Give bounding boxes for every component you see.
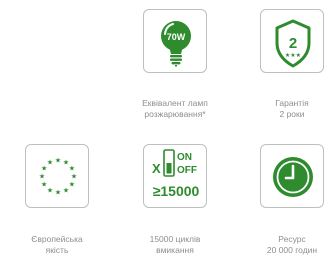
switch-off-label: OFF: [177, 165, 197, 176]
caption-line: 20 000 годин: [266, 245, 318, 255]
switch-cycles-icon: ON OFF X ≥15000: [152, 149, 200, 199]
caption-line: якість: [45, 245, 69, 255]
feature-tile-eu-quality: ★ ★ ★ ★ ★ ★ ★ ★ ★ ★ ★ ★: [25, 144, 89, 208]
svg-text:★: ★: [69, 165, 75, 173]
caption-line: розжарювання*: [144, 109, 206, 119]
clock-icon: [273, 157, 313, 197]
caption-switch-cycles: 15000 циклів вмикання: [130, 234, 220, 256]
caption-line: Еквівалент ламп: [142, 98, 208, 108]
svg-text:★: ★: [63, 186, 69, 194]
switch-on-label: ON: [177, 152, 192, 163]
svg-text:★: ★: [47, 159, 53, 167]
caption-line: 15000 циклів: [149, 234, 201, 244]
svg-text:★: ★: [55, 157, 61, 165]
caption-line: Ресурс: [278, 234, 306, 244]
caption-line: 2 роки: [279, 109, 305, 119]
svg-text:★: ★: [71, 173, 77, 181]
warranty-shield-icon: 2 ★★★: [275, 19, 311, 68]
caption-eu-quality: Європейська якість: [12, 234, 102, 256]
caption-lifetime: Ресурс 20 000 годин: [252, 234, 332, 256]
svg-text:★: ★: [41, 181, 47, 189]
caption-line: Гарантія: [275, 98, 309, 108]
warranty-years-badge: 2: [289, 35, 297, 52]
svg-text:★★★: ★★★: [285, 52, 301, 59]
svg-text:★: ★: [69, 181, 75, 189]
light-bulb-icon: 70W: [161, 21, 191, 67]
eu-stars-icon: ★ ★ ★ ★ ★ ★ ★ ★ ★ ★ ★ ★: [39, 157, 77, 197]
caption-warranty: Гарантія 2 роки: [252, 98, 332, 120]
cycle-count: ≥15000: [153, 183, 200, 199]
feature-tile-bulb: 70W: [143, 9, 207, 73]
svg-text:★: ★: [39, 173, 45, 181]
caption-line: Європейська: [31, 234, 83, 244]
feature-tile-warranty: 2 ★★★: [260, 9, 324, 73]
caption-bulb: Еквівалент ламп розжарювання*: [130, 98, 220, 120]
times-label: X: [152, 161, 161, 176]
feature-tile-lifetime: [260, 144, 324, 208]
svg-text:★: ★: [55, 189, 61, 197]
feature-tile-switch-cycles: ON OFF X ≥15000: [143, 144, 207, 208]
caption-line: вмикання: [156, 245, 194, 255]
wattage-badge: 70W: [167, 32, 186, 42]
svg-text:★: ★: [47, 186, 53, 194]
